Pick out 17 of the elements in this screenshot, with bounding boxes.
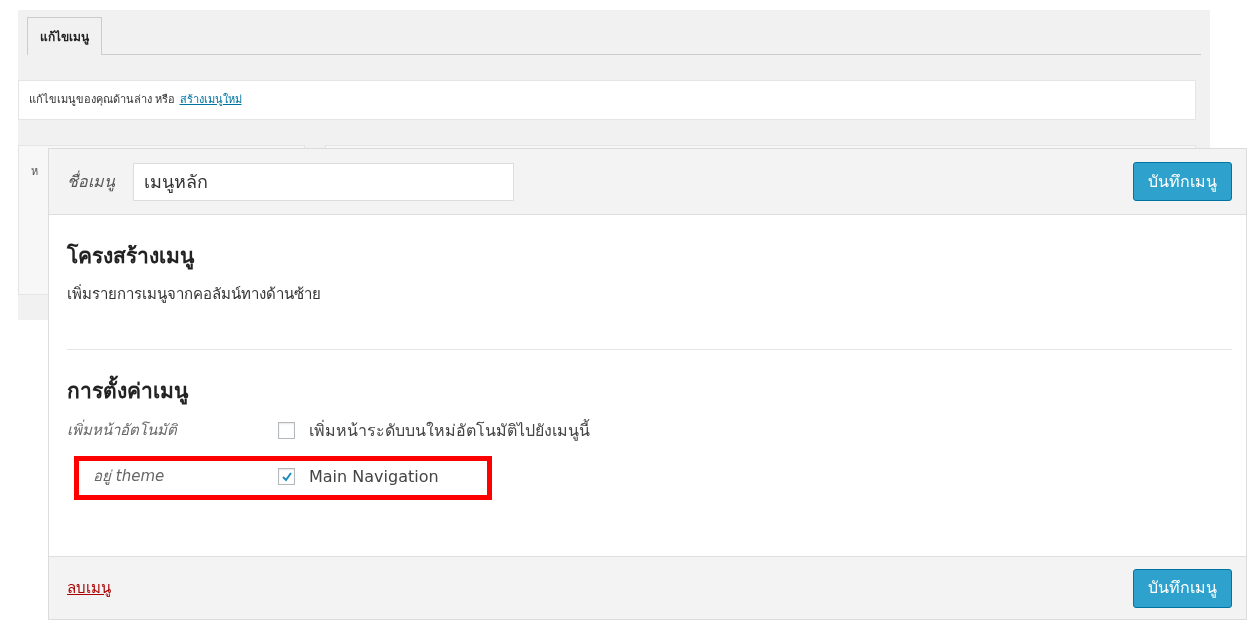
structure-heading: โครงสร้างเมนู — [67, 242, 196, 272]
setting-option: Main Navigation — [309, 464, 439, 489]
notice-text: แก้ไขเมนูของคุณด้านล่าง หรือ — [29, 91, 176, 108]
setting-label: เพิ่มหน้าอัตโนมัติ — [67, 419, 179, 442]
delete-menu-link[interactable]: ลบเมนู — [67, 576, 111, 600]
create-menu-link[interactable]: สร้างเมนูใหม่ — [179, 91, 242, 109]
structure-description: เพิ่มรายการเมนูจากคอลัมน์ทางด้านซ้าย — [67, 283, 322, 305]
checkbox[interactable] — [278, 422, 295, 439]
menu-name-field[interactable]: เมนูหลัก — [133, 162, 514, 201]
settings-heading: การตั้งค่าเมนู — [67, 376, 1232, 408]
check-icon — [280, 470, 293, 483]
checkbox[interactable] — [278, 468, 295, 485]
setting-option: เพิ่มหน้าระดับบนใหม่อัตโนมัติไปยังเมนูนี้ — [309, 418, 590, 443]
setting-label: อยู่ theme — [92, 466, 166, 488]
tab[interactable]: แก้ไขเมนู — [27, 17, 102, 55]
panel-heading: ห — [31, 165, 38, 178]
menu-name-label: ชื่อเมนู — [67, 169, 116, 194]
